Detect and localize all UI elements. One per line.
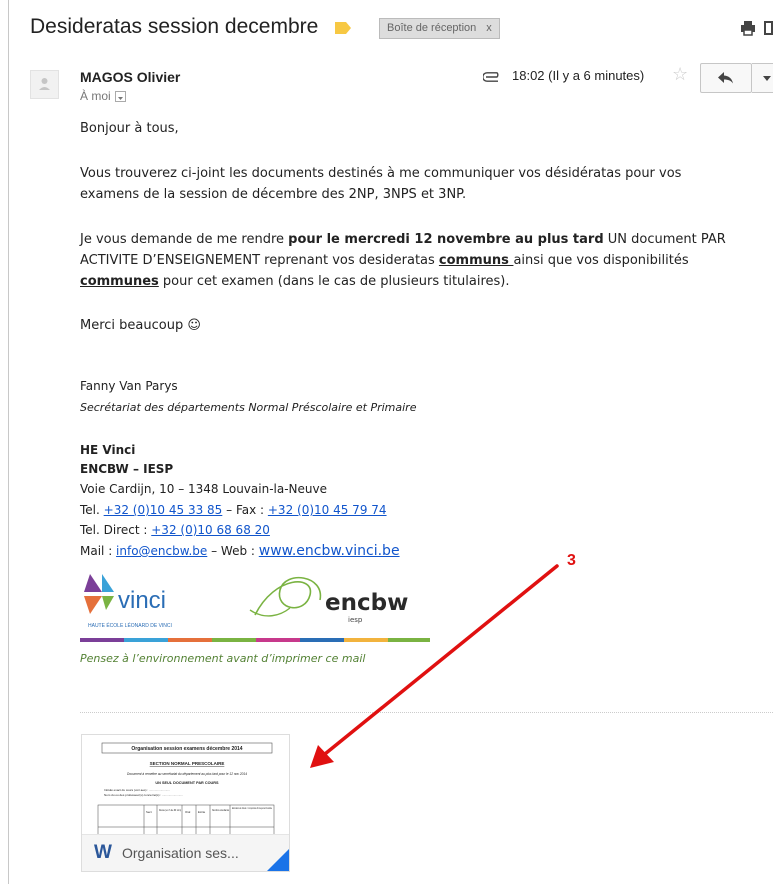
word-document-icon: W <box>94 842 112 863</box>
color-stripe <box>80 638 430 642</box>
signature-phone-line: Tel. +32 (0)10 45 33 85 – Fax : +32 (0)1… <box>80 501 387 520</box>
signature-org2: ENCBW – IESP <box>80 462 174 476</box>
left-border <box>8 0 9 884</box>
attachments-divider <box>80 712 773 713</box>
reply-icon <box>718 72 733 84</box>
attachment-card[interactable]: Organisation session examens décembre 20… <box>81 734 290 872</box>
para1-line1: Vous trouverez ci-joint les documents de… <box>80 166 682 181</box>
signature-org1: HE Vinci <box>80 443 136 457</box>
mail-link[interactable]: info@encbw.be <box>116 544 207 558</box>
para2-line1: Je vous demande de me rendre pour le mer… <box>80 232 726 247</box>
para2-line3: communes pour cet examen (dans le cas de… <box>80 274 510 289</box>
sender-avatar <box>30 70 59 99</box>
preview-line1: Intitulé exact du cours (voir aes) : ...… <box>104 788 170 792</box>
vinci-logo-text: vinci <box>118 587 166 614</box>
para2-text-b: UN document PAR <box>603 232 726 247</box>
person-icon <box>39 78 50 90</box>
direct-tel-link[interactable]: +32 (0)10 68 68 20 <box>151 523 270 537</box>
preview-section: SECTION NORMAL PRESCOLAIRE <box>150 761 225 766</box>
signature-role: Secrétariat des départements Normal Prés… <box>80 401 417 414</box>
communes-text: communes <box>80 274 159 289</box>
email-subject: Desideratas session decembre <box>30 15 319 38</box>
more-actions-button[interactable] <box>752 63 773 93</box>
print-icon[interactable] <box>740 20 756 36</box>
para2-text-a: Je vous demande de me rendre <box>80 232 289 247</box>
signature-logos: vinci HAUTE ÉCOLE LÉONARD DE VINCI encbw… <box>80 574 430 642</box>
attachment-clip-icon <box>483 72 499 82</box>
preview-col-sect: Sect <box>146 810 152 814</box>
attachment-info-bar[interactable]: W Organisation ses... <box>82 834 289 871</box>
attachment-name[interactable]: Organisation ses... <box>122 845 239 861</box>
communs-text: communs <box>438 253 514 268</box>
star-icon[interactable]: ☆ <box>672 64 688 85</box>
preview-col-duree: Durée (en h de 60 min) <box>159 808 181 812</box>
thanks-text: Merci beaucoup ☺ <box>80 318 201 333</box>
important-label-icon[interactable] <box>335 22 351 34</box>
environment-note: Pensez à l’environnement avant d’imprime… <box>80 652 366 665</box>
preview-col-oral: Oral <box>185 810 191 814</box>
recipient-line[interactable]: À moi <box>80 89 126 103</box>
direct-label: Tel. Direct : <box>80 523 152 537</box>
encbw-logo-text: encbw <box>325 590 408 616</box>
vinci-logo-subtext: HAUTE ÉCOLE LÉONARD DE VINCI <box>88 622 172 629</box>
tel-label: Tel. <box>80 503 104 517</box>
details-dropdown-icon[interactable] <box>114 91 126 103</box>
document-preview: Organisation session examens décembre 20… <box>97 742 275 836</box>
inbox-label-text: Boîte de réception <box>387 22 477 34</box>
encbw-logo-subtext: iesp <box>348 616 363 624</box>
preview-col-nombre: Nombre étudiants <box>212 808 229 812</box>
reply-button[interactable] <box>700 63 752 93</box>
signature-address: Voie Cardijn, 10 – 1348 Louvain-la-Neuve <box>80 482 327 496</box>
encbw-logo: encbw iesp <box>249 576 408 624</box>
preview-col-estimation: Estimation de l'étude : C-importante M-m… <box>232 806 272 810</box>
tel-link[interactable]: +32 (0)10 45 33 85 <box>104 503 223 517</box>
fax-link[interactable]: +32 (0)10 45 79 74 <box>268 503 387 517</box>
annotation-number: 3 <box>567 552 576 569</box>
para2-line2-a: ACTIVITE D’ENSEIGNEMENT reprenant vos de… <box>80 253 439 268</box>
para1-line2: examens de la session de décembre des 2N… <box>80 187 467 202</box>
para2-line2-b: ainsi que vos disponibilités <box>513 253 689 268</box>
preview-line2: Nom du ou des professeur(s) concerné(s) … <box>104 793 183 797</box>
vinci-logo: vinci HAUTE ÉCOLE LÉONARD DE VINCI <box>84 574 172 629</box>
new-window-icon[interactable] <box>764 21 773 35</box>
signature-mail-line: Mail : info@encbw.be – Web : www.encbw.v… <box>80 542 400 561</box>
web-link[interactable]: www.encbw.vinci.be <box>259 543 400 559</box>
fax-label: – Fax : <box>222 503 268 517</box>
preview-title: Organisation session examens décembre 20… <box>131 746 242 752</box>
preview-col-ecrite: Ecrite <box>198 810 206 814</box>
signature-name: Fanny Van Parys <box>80 379 178 393</box>
mail-label: Mail : <box>80 544 117 558</box>
preview-subtitle: UN SEUL DOCUMENT PAR COURS <box>155 781 219 785</box>
para2-line3-b: pour cet examen (dans le cas de plusieur… <box>158 274 510 289</box>
signature-direct-line: Tel. Direct : +32 (0)10 68 68 20 <box>80 521 270 540</box>
web-label: – Web : <box>207 544 259 558</box>
para2-line2: ACTIVITE D’ENSEIGNEMENT reprenant vos de… <box>80 253 689 268</box>
inbox-label-chip[interactable]: Boîte de réception x <box>379 18 500 39</box>
greeting: Bonjour à tous, <box>80 121 179 136</box>
deadline-text: pour le mercredi 12 novembre au plus tar… <box>288 232 604 247</box>
attachment-corner-fold-icon <box>267 849 289 871</box>
email-time: 18:02 (Il y a 6 minutes) <box>512 68 645 83</box>
attachment-preview: Organisation session examens décembre 20… <box>82 735 289 836</box>
sender-name[interactable]: MAGOS Olivier <box>80 69 180 85</box>
recipient-text: À moi <box>80 89 111 103</box>
preview-note: Document à remettre au secrétariat du dé… <box>127 772 247 776</box>
preview-table-headers: Sect Durée (en h de 60 min) Oral Ecrite … <box>146 806 272 814</box>
remove-label-button[interactable]: x <box>486 22 492 34</box>
